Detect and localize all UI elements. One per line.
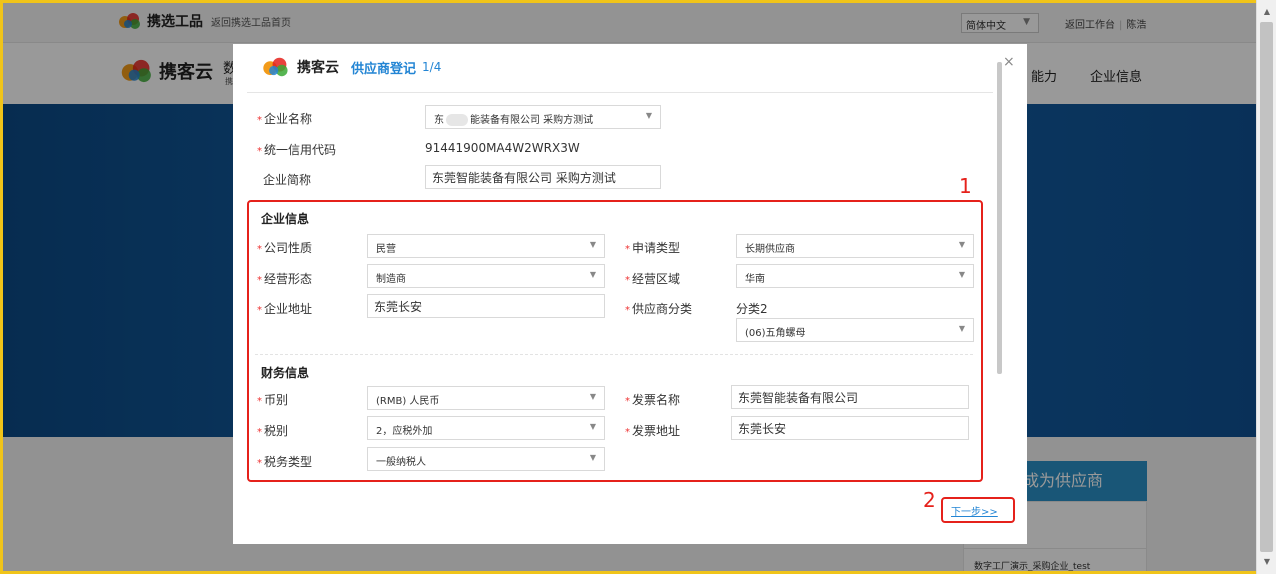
short-name-input[interactable]: 东莞智能装备有限公司 采购方测试: [425, 165, 661, 189]
next-step-link[interactable]: 下一步>>: [951, 503, 998, 518]
scroll-down-icon[interactable]: ▼: [1257, 554, 1276, 570]
company-name-prefix: 东: [434, 115, 444, 126]
modal-brand: 携客云: [297, 60, 339, 76]
header-divider: [247, 92, 993, 93]
modal-scrollbar-thumb[interactable]: [997, 62, 1002, 374]
annotation-number-2: 2: [923, 488, 936, 512]
annotation-box-1: [247, 200, 983, 482]
modal-title: 供应商登记: [351, 61, 417, 77]
step-indicator: 1/4: [422, 60, 442, 74]
credit-code-label: * 统一信用代码: [257, 143, 337, 157]
company-name-select[interactable]: 东 能装备有限公司 采购方测试 ▼: [425, 105, 661, 129]
redaction-blur: [446, 114, 468, 126]
annotation-number-1: 1: [959, 174, 972, 198]
supplier-registration-modal: 携客云 供应商登记 1/4 × * 企业名称 东 能装备有限公司 采购方测试 ▼ *…: [233, 44, 1027, 544]
chevron-down-icon: ▼: [645, 111, 652, 120]
scrollbar-thumb[interactable]: [1260, 22, 1273, 552]
short-name-label: 企业简称: [263, 173, 312, 187]
close-icon[interactable]: ×: [1003, 54, 1015, 70]
scroll-up-icon[interactable]: ▲: [1257, 4, 1276, 20]
credit-code-value: 91441900MA4W2WRX3W: [425, 141, 580, 155]
cloud-logo-icon: [263, 57, 288, 77]
modal-header: 携客云 供应商登记 1/4: [261, 56, 441, 78]
company-name-label: * 企业名称: [257, 112, 313, 126]
window-scrollbar[interactable]: ▲ ▼: [1256, 0, 1276, 574]
company-name-suffix: 能装备有限公司 采购方测试: [470, 115, 594, 126]
